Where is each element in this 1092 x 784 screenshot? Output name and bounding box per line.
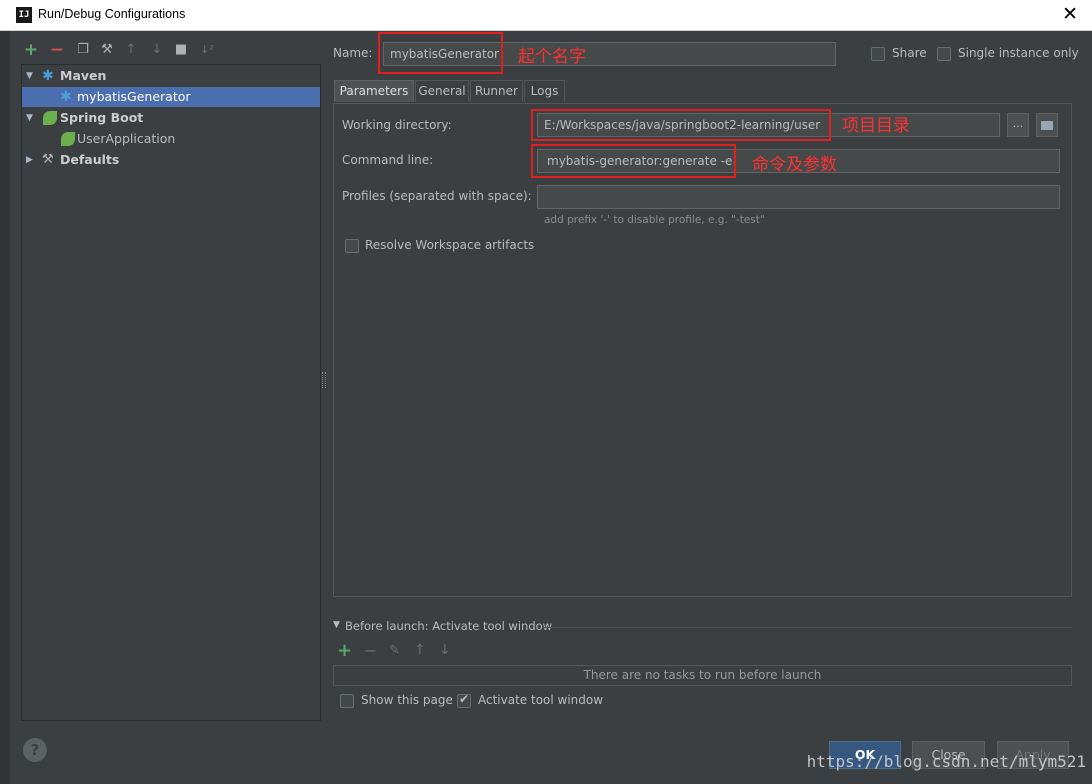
annotation-note-working-dir: 项目目录 <box>842 116 910 136</box>
config-tree: ▼ ✱ Maven ✱ mybatisGenerator ▼ Spring Bo… <box>21 64 321 721</box>
before-launch-header[interactable]: Before launch: Activate tool window <box>345 619 552 633</box>
maven-module-picker-icon[interactable] <box>1036 113 1058 137</box>
share-label: Share <box>892 46 927 60</box>
name-label: Name: <box>333 46 373 60</box>
watermark-text: https://blog.csdn.net/mlym521 <box>806 752 1086 771</box>
before-launch-separator <box>543 627 1072 628</box>
splitter-handle[interactable] <box>322 372 326 388</box>
single-instance-checkbox[interactable] <box>937 47 951 61</box>
close-window-icon[interactable]: ✕ <box>1062 3 1078 25</box>
copy-config-icon[interactable]: ❐ <box>74 40 92 60</box>
tree-label-maven: Maven <box>60 68 107 83</box>
share-checkbox[interactable] <box>871 47 885 61</box>
tree-node-user-application[interactable]: UserApplication <box>22 129 320 149</box>
folder-icon[interactable]: ■ <box>172 40 190 60</box>
tree-label-spring-boot: Spring Boot <box>60 110 144 125</box>
move-task-down-icon[interactable]: ↓ <box>439 642 451 658</box>
help-button[interactable]: ? <box>23 738 47 762</box>
collapsed-arrow-icon[interactable]: ▶ <box>26 150 36 170</box>
tab-runner[interactable]: Runner <box>470 80 523 102</box>
spring-app-leaf-icon <box>61 132 75 146</box>
tree-node-mybatis-generator[interactable]: ✱ mybatisGenerator <box>22 87 320 107</box>
expanded-arrow-icon[interactable]: ▼ <box>26 108 36 128</box>
profiles-input[interactable] <box>537 185 1060 209</box>
tree-label-user-application: UserApplication <box>77 131 176 146</box>
spring-boot-leaf-icon <box>43 111 57 125</box>
tree-node-defaults[interactable]: ▶ ⚒ Defaults <box>22 150 320 170</box>
resolve-workspace-checkbox[interactable] <box>345 239 359 253</box>
edit-task-pencil-icon[interactable]: ✎ <box>389 643 400 658</box>
expanded-arrow-icon[interactable]: ▼ <box>26 66 36 86</box>
maven-config-gear-icon: ✱ <box>60 89 72 105</box>
defaults-wrench-icon: ⚒ <box>42 152 54 167</box>
sort-icon[interactable]: ↓² <box>198 40 216 60</box>
move-up-icon[interactable]: ↑ <box>122 40 140 60</box>
maven-gear-icon: ✱ <box>42 68 54 84</box>
command-line-label: Command line: <box>342 153 434 167</box>
browse-dots-button[interactable]: ... <box>1007 113 1029 137</box>
edit-defaults-wrench-icon[interactable]: ⚒ <box>98 40 116 60</box>
move-task-up-icon[interactable]: ↑ <box>414 642 426 658</box>
annotation-note-name: 起个名字 <box>518 47 586 67</box>
remove-config-icon[interactable]: − <box>48 40 66 60</box>
left-edge <box>0 31 10 784</box>
tree-label-defaults: Defaults <box>60 152 120 167</box>
remove-task-icon[interactable]: − <box>364 641 377 660</box>
tree-label-mybatis-generator: mybatisGenerator <box>77 89 191 104</box>
add-config-icon[interactable]: + <box>22 40 40 60</box>
annotation-box-command-line <box>531 144 736 178</box>
add-task-icon[interactable]: + <box>337 640 352 661</box>
title-bar: IJ Run/Debug Configurations ✕ <box>0 0 1092 31</box>
collapse-arrow-icon[interactable]: ▼ <box>333 620 340 630</box>
single-instance-label: Single instance only <box>958 46 1079 60</box>
activate-tool-window-label: Activate tool window <box>478 693 604 707</box>
before-launch-task-list: There are no tasks to run before launch <box>333 665 1072 686</box>
annotation-box-working-dir <box>531 109 831 141</box>
profiles-hint: add prefix '-' to disable profile, e.g. … <box>544 214 765 226</box>
working-directory-label: Working directory: <box>342 118 452 132</box>
intellij-app-icon: IJ <box>16 7 32 23</box>
show-this-page-label: Show this page <box>361 693 453 707</box>
tab-parameters[interactable]: Parameters <box>334 80 414 102</box>
tree-node-maven[interactable]: ▼ ✱ Maven <box>22 66 320 86</box>
annotation-box-name <box>378 32 503 74</box>
window-title: Run/Debug Configurations <box>38 7 186 21</box>
profiles-label: Profiles (separated with space): <box>342 189 532 203</box>
resolve-workspace-label: Resolve Workspace artifacts <box>365 238 535 252</box>
move-down-icon[interactable]: ↓ <box>148 40 166 60</box>
tree-node-spring-boot[interactable]: ▼ Spring Boot <box>22 108 320 128</box>
tab-general[interactable]: General <box>415 80 469 102</box>
activate-tool-window-checkbox[interactable] <box>457 692 471 708</box>
annotation-note-command-line: 命令及参数 <box>752 155 837 175</box>
tab-logs[interactable]: Logs <box>524 80 565 102</box>
show-this-page-checkbox[interactable] <box>340 694 354 708</box>
